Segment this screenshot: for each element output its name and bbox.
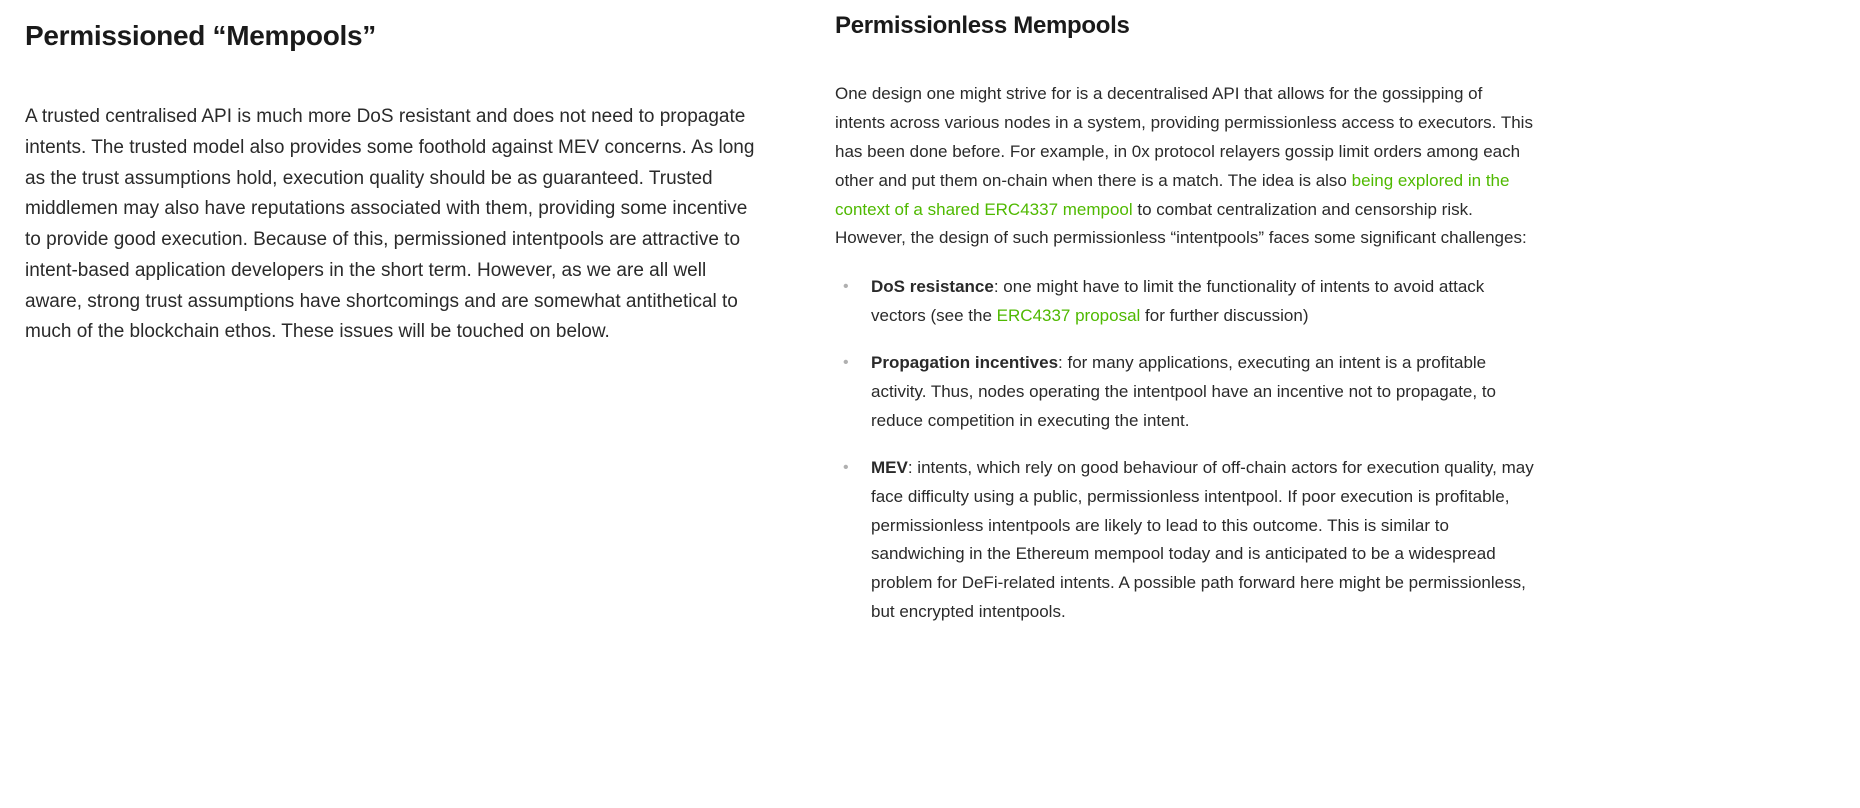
permissioned-heading: Permissioned “Mempools”	[25, 20, 765, 52]
list-item: MEV: intents, which rely on good behavio…	[863, 454, 1535, 627]
permissionless-intro-paragraph: One design one might strive for is a dec…	[835, 80, 1535, 253]
permissionless-section: Permissionless Mempools One design one m…	[835, 20, 1535, 788]
challenges-list: DoS resistance: one might have to limit …	[835, 273, 1535, 627]
permissioned-paragraph: A trusted centralised API is much more D…	[25, 102, 765, 348]
item-bold: MEV	[871, 458, 908, 477]
item-text-b: for further discussion)	[1140, 306, 1308, 325]
item-bold: Propagation incentives	[871, 353, 1058, 372]
permissioned-section: Permissioned “Mempools” A trusted centra…	[25, 20, 765, 788]
erc4337-proposal-link[interactable]: ERC4337 proposal	[997, 306, 1141, 325]
permissionless-heading: Permissionless Mempools	[835, 12, 1535, 40]
item-text-a: : intents, which rely on good behaviour …	[871, 458, 1534, 621]
list-item: Propagation incentives: for many applica…	[863, 349, 1535, 436]
list-item: DoS resistance: one might have to limit …	[863, 273, 1535, 331]
item-bold: DoS resistance	[871, 277, 994, 296]
